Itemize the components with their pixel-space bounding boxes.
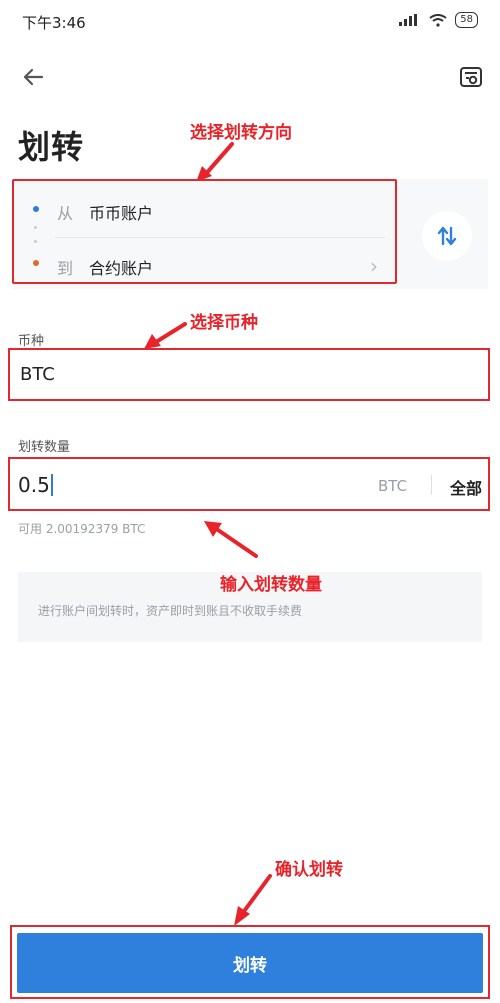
coin-label: 币种 xyxy=(18,334,45,349)
chevron-right-icon: › xyxy=(370,254,378,278)
battery-icon: 58 xyxy=(455,12,478,28)
annotation-amount: 输入划转数量 xyxy=(220,575,322,595)
record-icon[interactable] xyxy=(456,62,486,92)
coin-select[interactable] xyxy=(8,348,490,401)
from-dot-icon xyxy=(33,206,39,212)
to-account[interactable]: 合约账户 xyxy=(89,255,153,279)
transfer-button[interactable]: 划转 xyxy=(17,933,483,993)
coin-value: BTC xyxy=(20,364,55,385)
available-balance: 可用 2.00192379 BTC xyxy=(18,522,146,536)
connector-dot xyxy=(34,226,37,229)
text-caret xyxy=(51,474,53,496)
to-dot-icon xyxy=(33,260,39,266)
transfer-button-label: 划转 xyxy=(233,955,267,976)
from-label: 从 xyxy=(57,204,74,223)
page-title: 划转 xyxy=(18,128,85,166)
wifi-icon xyxy=(429,13,447,27)
signal-icon xyxy=(399,14,418,26)
annotation-coin: 选择币种 xyxy=(190,313,258,333)
connector-dot xyxy=(34,240,37,243)
notice-text: 进行账户间划转时，资产即时到账且不收取手续费 xyxy=(38,604,303,618)
swap-icon xyxy=(437,226,457,246)
annotation-arrow-icon xyxy=(234,874,272,926)
back-arrow-icon[interactable] xyxy=(18,62,48,92)
annotation-confirm: 确认划转 xyxy=(275,860,343,880)
to-label: 到 xyxy=(57,259,74,278)
annotation-arrow-icon xyxy=(144,322,187,349)
all-button[interactable]: 全部 xyxy=(450,475,482,499)
swap-button[interactable] xyxy=(422,211,472,261)
annotation-arrow-icon xyxy=(204,521,258,558)
amount-input[interactable] xyxy=(8,457,490,511)
direction-divider xyxy=(55,237,385,238)
amount-label: 划转数量 xyxy=(18,440,71,455)
amount-unit: BTC xyxy=(378,477,408,495)
field-separator xyxy=(431,475,432,495)
amount-value: 0.5 xyxy=(18,473,50,497)
status-icons: 58 xyxy=(399,12,478,28)
status-time: 下午3:46 xyxy=(22,14,86,32)
from-account[interactable]: 币币账户 xyxy=(89,200,153,224)
